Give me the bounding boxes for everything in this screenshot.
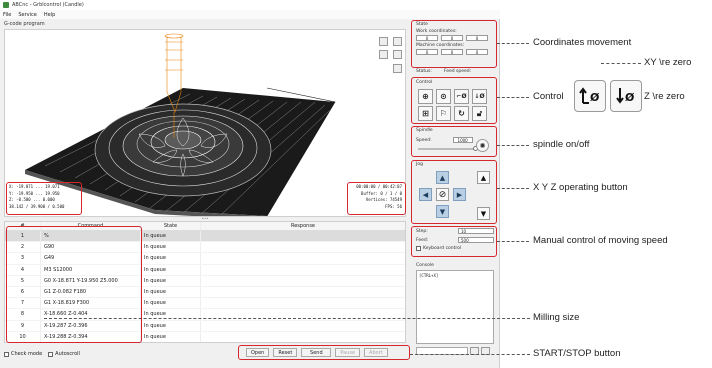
xy-zero-glyph: Ø: [579, 87, 600, 104]
row-state: In queue: [141, 298, 201, 309]
callout-speed: [411, 226, 497, 257]
console-text: [CTRL+X]: [419, 273, 439, 278]
app-icon: [3, 2, 9, 8]
status-label: Status:: [416, 69, 432, 74]
ann-line-startstop: [410, 354, 530, 355]
row-state: In queue: [141, 286, 201, 298]
menu-file[interactable]: File: [3, 12, 11, 18]
row-response: [201, 276, 405, 286]
rosette-relief: [94, 103, 272, 197]
autoscroll-label: Autoscroll: [55, 351, 80, 357]
ann-line-spindle: [497, 145, 529, 146]
callout-coordinates: [411, 20, 497, 68]
autoscroll-checkbox[interactable]: [48, 351, 54, 357]
row-state: In queue: [141, 320, 201, 331]
ann-xy-zero: XY \re zero: [644, 57, 692, 68]
menu-service[interactable]: Service: [18, 12, 36, 18]
z-zero-glyph: Ø: [616, 88, 635, 104]
callout-milling-size-right: [347, 182, 406, 215]
row-response: [201, 321, 405, 331]
ann-line-control: [497, 97, 529, 98]
ann-line-xy-zero: [601, 63, 641, 64]
row-state: In queue: [141, 264, 201, 275]
callout-startstop: [238, 345, 410, 360]
z-zero-large-icon: Ø: [610, 80, 642, 112]
row-response: [201, 242, 405, 252]
console-title: Console: [416, 263, 434, 268]
window-title: ABCnc - Grblcontrol (Candle): [12, 2, 84, 8]
feed-speed-label: Feed speed:: [443, 69, 472, 74]
row-response: [201, 332, 405, 342]
ann-startstop: START/STOP button: [533, 348, 621, 359]
console-output[interactable]: [CTRL+X]: [416, 270, 494, 344]
callout-control: [411, 77, 497, 124]
ann-line-coordinates: [497, 43, 529, 44]
svg-text:Ø: Ø: [625, 91, 635, 104]
callout-jog: [411, 160, 497, 224]
status-row: Status: Feed speed:: [416, 69, 494, 76]
row-state: In queue: [141, 275, 201, 286]
header-response: Response: [290, 223, 315, 229]
ann-jog: X Y Z operating button: [533, 182, 628, 193]
header-state: State: [141, 222, 201, 230]
view-top-button[interactable]: [393, 37, 402, 46]
view-left-button[interactable]: [393, 50, 402, 59]
view-iso-button[interactable]: [379, 37, 388, 46]
menu-help[interactable]: Help: [44, 12, 55, 18]
svg-text:Ø: Ø: [590, 91, 600, 104]
view-front-button[interactable]: [379, 50, 388, 59]
ann-line-speed: [497, 241, 529, 242]
callout-milling-size-left: [6, 182, 82, 215]
row-response: [201, 298, 405, 308]
ann-line-milling: [44, 318, 530, 319]
row-response: [201, 253, 405, 263]
ann-milling: Milling size: [533, 312, 580, 323]
ann-coordinates: Coordinates movement: [533, 37, 632, 48]
check-mode-checkbox[interactable]: [4, 351, 9, 357]
row-state: In queue: [141, 231, 201, 242]
row-response: [201, 265, 405, 275]
row-state: In queue: [141, 253, 201, 264]
row-response: [201, 287, 405, 297]
row-response: [201, 231, 405, 241]
ann-line-jog: [497, 188, 529, 189]
xy-zero-large-icon: Ø: [574, 80, 606, 112]
ann-speed: Manual control of moving speed: [533, 235, 668, 246]
title-bar: ABCnc - Grblcontrol (Candle): [0, 0, 500, 10]
ann-control: Control: [533, 91, 564, 102]
view-fit-button[interactable]: [393, 64, 402, 73]
ann-z-zero: Z \re zero: [644, 91, 685, 102]
row-state: In queue: [141, 331, 201, 342]
ann-spindle: spindle on/off: [533, 139, 590, 150]
gcode-program-label: G-code program: [4, 21, 45, 27]
callout-spindle: [411, 126, 497, 157]
check-mode-label: Check mode: [11, 351, 43, 357]
callout-table: [6, 226, 142, 343]
menu-bar: File Service Help: [0, 10, 500, 19]
row-state: In queue: [141, 242, 201, 253]
